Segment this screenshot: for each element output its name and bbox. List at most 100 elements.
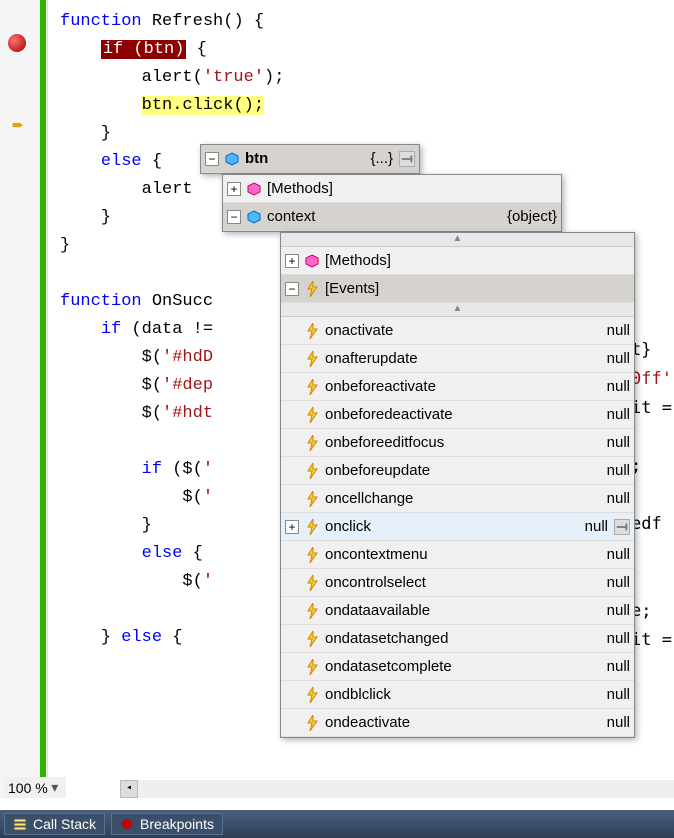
breakpoint-icon[interactable]	[8, 34, 26, 52]
pin-icon[interactable]	[614, 519, 630, 535]
event-row-onbeforedeactivate[interactable]: onbeforedeactivate null	[281, 401, 634, 429]
event-row-onbeforeactivate[interactable]: onbeforeactivate null	[281, 373, 634, 401]
datatip-name: context	[267, 208, 315, 225]
event-value: null	[587, 574, 630, 591]
event-row-ondeactivate[interactable]: ondeactivate null	[281, 709, 634, 737]
event-row-ondblclick[interactable]: ondblclicknull	[281, 681, 634, 709]
scroll-left-button[interactable]: ◂	[120, 780, 138, 798]
event-name: ondatasetchanged	[325, 630, 448, 647]
event-row-oncellchange[interactable]: oncellchangenull	[281, 485, 634, 513]
event-value: null	[587, 434, 630, 451]
event-row-oncontextmenu[interactable]: oncontextmenunull	[281, 541, 634, 569]
event-value: null	[587, 406, 630, 423]
editor-gutter: ➨	[0, 0, 48, 798]
object-icon	[247, 210, 261, 224]
scroll-up-button[interactable]: ▲	[281, 233, 634, 247]
event-row-onbeforeupdate[interactable]: onbeforeupdatenull	[281, 457, 634, 485]
event-icon	[305, 351, 319, 367]
object-icon	[225, 152, 239, 166]
code-text: (data !=	[121, 320, 213, 339]
event-icon	[305, 547, 319, 563]
datatip-name: [Events]	[325, 280, 379, 297]
event-value: null	[587, 462, 630, 479]
event-icon	[305, 435, 319, 451]
tab-breakpoints[interactable]: Breakpoints	[111, 813, 223, 835]
event-row-onbeforeeditfocus[interactable]: onbeforeeditfocus null	[281, 429, 634, 457]
code-text: {	[182, 544, 202, 563]
datatip-btn[interactable]: − btn {...}	[200, 144, 420, 174]
code-text: {	[162, 628, 182, 647]
code-text	[60, 152, 101, 171]
tab-call-stack[interactable]: Call Stack	[4, 813, 105, 835]
event-icon	[305, 519, 319, 535]
code-text: Refresh() {	[142, 12, 264, 31]
event-name: ondeactivate	[325, 714, 410, 731]
keyword: else	[121, 628, 162, 647]
zoom-control[interactable]: 100 % ▾	[4, 777, 66, 798]
current-line-highlight: btn.click();	[142, 96, 264, 115]
event-value: null	[587, 602, 630, 619]
event-icon	[305, 603, 319, 619]
keyword: function	[60, 292, 142, 311]
event-name: ondataavailable	[325, 602, 430, 619]
event-value: null	[587, 630, 630, 647]
event-value: null	[587, 490, 630, 507]
keyword: else	[101, 152, 142, 171]
event-name: onbeforeactivate	[325, 378, 436, 395]
horizontal-scrollbar[interactable]: ◂	[120, 780, 674, 798]
current-line-arrow: ➨	[12, 118, 24, 138]
datatip-btn-children[interactable]: + [Methods] − context {object}	[222, 174, 562, 232]
event-row-ondatasetchanged[interactable]: ondatasetchanged null	[281, 625, 634, 653]
event-icon	[305, 659, 319, 675]
string-literal: '	[203, 488, 213, 507]
zoom-level: 100 %	[8, 780, 48, 796]
event-name: onafterupdate	[325, 350, 418, 367]
event-value: null	[587, 546, 630, 563]
event-value: null	[587, 658, 630, 675]
event-row-oncontrolselect[interactable]: oncontrolselectnull	[281, 569, 634, 597]
event-value: null	[587, 378, 630, 395]
event-row-onclick[interactable]: +onclicknull	[281, 513, 634, 541]
event-icon	[305, 715, 319, 731]
event-value: null	[587, 714, 630, 731]
code-text	[60, 544, 142, 563]
scroll-up-button[interactable]: ▲	[281, 303, 634, 317]
event-name: ondblclick	[325, 686, 391, 703]
code-text: }	[60, 124, 111, 143]
datatip-value: {...}	[350, 150, 393, 167]
datatip-name: [Methods]	[267, 180, 333, 197]
datatip-value: {object}	[487, 208, 557, 225]
datatip-row-events[interactable]: − [Events]	[281, 275, 634, 303]
collapse-icon[interactable]: −	[227, 210, 241, 224]
event-row-ondataavailable[interactable]: ondataavailable null	[281, 597, 634, 625]
collapse-icon[interactable]: −	[285, 282, 299, 296]
code-text: $(	[60, 488, 203, 507]
string-literal: '	[203, 460, 213, 479]
pin-icon[interactable]	[399, 151, 415, 167]
collapse-icon[interactable]: −	[205, 152, 219, 166]
datatip-name: [Methods]	[325, 252, 391, 269]
expand-icon[interactable]: +	[227, 182, 241, 196]
code-text: $(	[60, 404, 162, 423]
call-stack-icon	[13, 817, 27, 831]
string-literal: '#dep	[162, 376, 213, 395]
event-row-onafterupdate[interactable]: onafterupdatenull	[281, 345, 634, 373]
event-row-ondatasetcomplete[interactable]: ondatasetcompletenull	[281, 653, 634, 681]
event-name: onbeforedeactivate	[325, 406, 453, 423]
event-name: onbeforeeditfocus	[325, 434, 444, 451]
datatip-row[interactable]: − btn {...}	[201, 145, 419, 173]
datatip-row-methods[interactable]: + [Methods]	[281, 247, 634, 275]
expand-icon[interactable]: +	[285, 520, 299, 534]
event-icon	[305, 491, 319, 507]
event-value: null	[565, 518, 608, 535]
code-text: }	[60, 236, 70, 255]
datatip-row-context[interactable]: − context {object}	[223, 203, 561, 231]
expand-icon[interactable]: +	[285, 254, 299, 268]
code-text: }	[60, 208, 111, 227]
datatip-row-methods[interactable]: + [Methods]	[223, 175, 561, 203]
breakpoint-highlight: if (btn)	[101, 40, 187, 59]
datatip-context-children[interactable]: ▲ + [Methods] − [Events] ▲ onactivatenul…	[280, 232, 635, 738]
event-row-onactivate[interactable]: onactivatenull	[281, 317, 634, 345]
code-text: $(	[60, 348, 162, 367]
zoom-dropdown-icon[interactable]: ▾	[48, 779, 62, 796]
